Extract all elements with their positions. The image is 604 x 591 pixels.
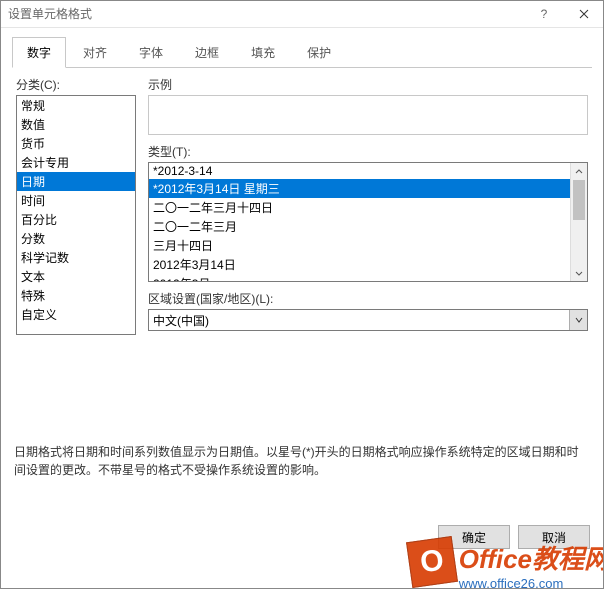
category-item[interactable]: 自定义: [17, 305, 135, 324]
category-item[interactable]: 时间: [17, 191, 135, 210]
category-item[interactable]: 分数: [17, 229, 135, 248]
type-item[interactable]: *2012-3-14: [149, 163, 587, 179]
type-listbox[interactable]: *2012-3-14 *2012年3月14日 星期三 二〇一二年三月十四日 二〇…: [148, 162, 588, 282]
ok-button[interactable]: 确定: [438, 525, 510, 549]
type-item[interactable]: 2012年3月: [149, 274, 587, 282]
window-title: 设置单元格格式: [8, 5, 92, 22]
type-item[interactable]: 二〇一二年三月: [149, 217, 587, 236]
category-item[interactable]: 特殊: [17, 286, 135, 305]
type-item[interactable]: 2012年3月14日: [149, 255, 587, 274]
tab-fill[interactable]: 填充: [236, 37, 290, 68]
type-scrollbar[interactable]: [570, 163, 587, 281]
locale-value: 中文(中国): [149, 310, 569, 330]
category-item[interactable]: 货币: [17, 134, 135, 153]
tab-strip: 数字 对齐 字体 边框 填充 保护: [12, 36, 592, 68]
category-item[interactable]: 文本: [17, 267, 135, 286]
type-item[interactable]: 三月十四日: [149, 236, 587, 255]
category-item[interactable]: 常规: [17, 96, 135, 115]
type-label: 类型(T):: [148, 143, 588, 160]
category-item[interactable]: 日期: [17, 172, 135, 191]
tab-font[interactable]: 字体: [124, 37, 178, 68]
locale-label: 区域设置(国家/地区)(L):: [148, 290, 588, 307]
chevron-down-icon: [575, 316, 583, 324]
sample-label: 示例: [148, 76, 588, 93]
scroll-thumb[interactable]: [573, 180, 585, 220]
tab-border[interactable]: 边框: [180, 37, 234, 68]
category-label: 分类(C):: [16, 76, 136, 93]
chevron-up-icon: [575, 168, 583, 176]
tab-number[interactable]: 数字: [12, 37, 66, 68]
scroll-track[interactable]: [571, 180, 587, 264]
close-icon: [579, 9, 589, 19]
category-item[interactable]: 数值: [17, 115, 135, 134]
scroll-up-button[interactable]: [571, 163, 587, 180]
tab-alignment[interactable]: 对齐: [68, 37, 122, 68]
type-item[interactable]: *2012年3月14日 星期三: [149, 179, 587, 198]
category-item[interactable]: 百分比: [17, 210, 135, 229]
cancel-button[interactable]: 取消: [518, 525, 590, 549]
category-item[interactable]: 会计专用: [17, 153, 135, 172]
type-item[interactable]: 二〇一二年三月十四日: [149, 198, 587, 217]
help-button[interactable]: ?: [524, 0, 564, 28]
tab-protection[interactable]: 保护: [292, 37, 346, 68]
format-description: 日期格式将日期和时间系列数值显示为日期值。以星号(*)开头的日期格式响应操作系统…: [14, 443, 590, 479]
category-item[interactable]: 科学记数: [17, 248, 135, 267]
locale-combo[interactable]: 中文(中国): [148, 309, 588, 331]
scroll-down-button[interactable]: [571, 264, 587, 281]
sample-box: [148, 95, 588, 135]
window-controls: ?: [524, 0, 604, 28]
title-bar: 设置单元格格式 ?: [0, 0, 604, 28]
locale-dropdown-button[interactable]: [569, 310, 587, 330]
chevron-down-icon: [575, 269, 583, 277]
category-listbox[interactable]: 常规 数值 货币 会计专用 日期 时间 百分比 分数 科学记数 文本 特殊 自定…: [16, 95, 136, 335]
close-button[interactable]: [564, 0, 604, 28]
dialog-buttons: 确定 取消: [438, 525, 590, 549]
